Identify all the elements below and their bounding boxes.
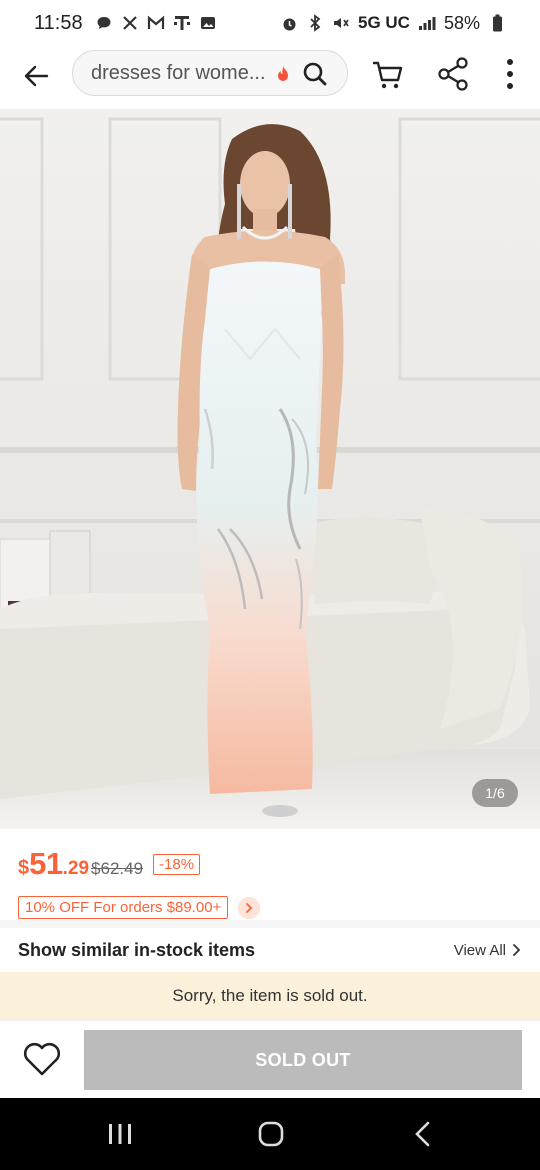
promo-arrow-button[interactable] (238, 896, 261, 919)
tmobile-icon (173, 14, 191, 32)
sold-out-button[interactable]: SOLD OUT (84, 1030, 522, 1090)
back-chevron-icon (415, 1121, 430, 1147)
search-query-text: dresses for wome... (91, 61, 266, 84)
alarm-icon (280, 14, 298, 32)
view-all-link[interactable]: View All (454, 942, 522, 959)
status-left: 11:58 (34, 12, 217, 35)
price-decimal: .29 (62, 858, 90, 879)
search-input[interactable]: dresses for wome... (72, 50, 348, 96)
similar-items-row[interactable]: Show similar in-stock items View All (0, 928, 540, 972)
signal-icon (418, 14, 436, 32)
product-image[interactable]: 1/6 (0, 109, 540, 829)
share-button[interactable] (436, 56, 470, 92)
cart-icon (373, 61, 403, 89)
system-back-button[interactable] (410, 1120, 438, 1148)
discount-badge: -18% (153, 853, 201, 875)
gmail-icon (147, 14, 165, 32)
top-nav: dresses for wome... (0, 46, 540, 106)
price-integer: 51 (29, 846, 63, 881)
heart-icon (23, 1042, 61, 1076)
product-photo (0, 109, 540, 829)
status-right: 5G UC 58% (280, 13, 506, 34)
status-time: 11:58 (34, 11, 83, 34)
similar-items-title: Show similar in-stock items (18, 939, 256, 960)
more-options-button[interactable] (496, 56, 524, 92)
gallery-icon (199, 14, 217, 32)
back-arrow-icon (24, 65, 49, 87)
price-row: $ 51 .29 $62.49 -18% (18, 846, 201, 886)
wishlist-button[interactable] (20, 1039, 64, 1079)
promo-row[interactable]: 10% OFF For orders $89.00+ (18, 896, 261, 919)
flame-icon (276, 65, 290, 83)
chat-bubble-icon (95, 14, 113, 32)
sold-out-banner: Sorry, the item is sold out. (0, 972, 540, 1020)
chevron-right-icon (246, 902, 253, 913)
battery-icon (488, 14, 506, 32)
share-icon (438, 57, 468, 91)
x-logo-icon (121, 14, 139, 32)
view-all-label: View All (453, 941, 506, 959)
recents-icon (109, 1124, 131, 1144)
bluetooth-icon (306, 14, 324, 32)
bottom-action-bar: SOLD OUT (0, 1020, 540, 1098)
more-vertical-icon (507, 59, 513, 89)
section-divider (0, 920, 540, 928)
original-price: $62.49 (91, 859, 144, 878)
home-icon (258, 1121, 284, 1147)
system-nav-bar (0, 1098, 540, 1170)
battery-percent: 58% (443, 12, 480, 33)
recents-button[interactable] (106, 1122, 134, 1146)
status-bar: 11:58 5G UC 58% (0, 0, 540, 46)
cart-button[interactable] (370, 58, 404, 92)
network-label: 5G UC (358, 13, 410, 32)
back-button[interactable] (18, 58, 54, 94)
search-icon[interactable] (301, 60, 329, 88)
image-counter: 1/6 (472, 779, 518, 807)
chevron-right-icon (513, 944, 521, 956)
mute-icon (332, 14, 350, 32)
home-button[interactable] (257, 1120, 285, 1148)
promo-tag[interactable]: 10% OFF For orders $89.00+ (18, 896, 229, 919)
price-currency: $ (18, 857, 30, 879)
